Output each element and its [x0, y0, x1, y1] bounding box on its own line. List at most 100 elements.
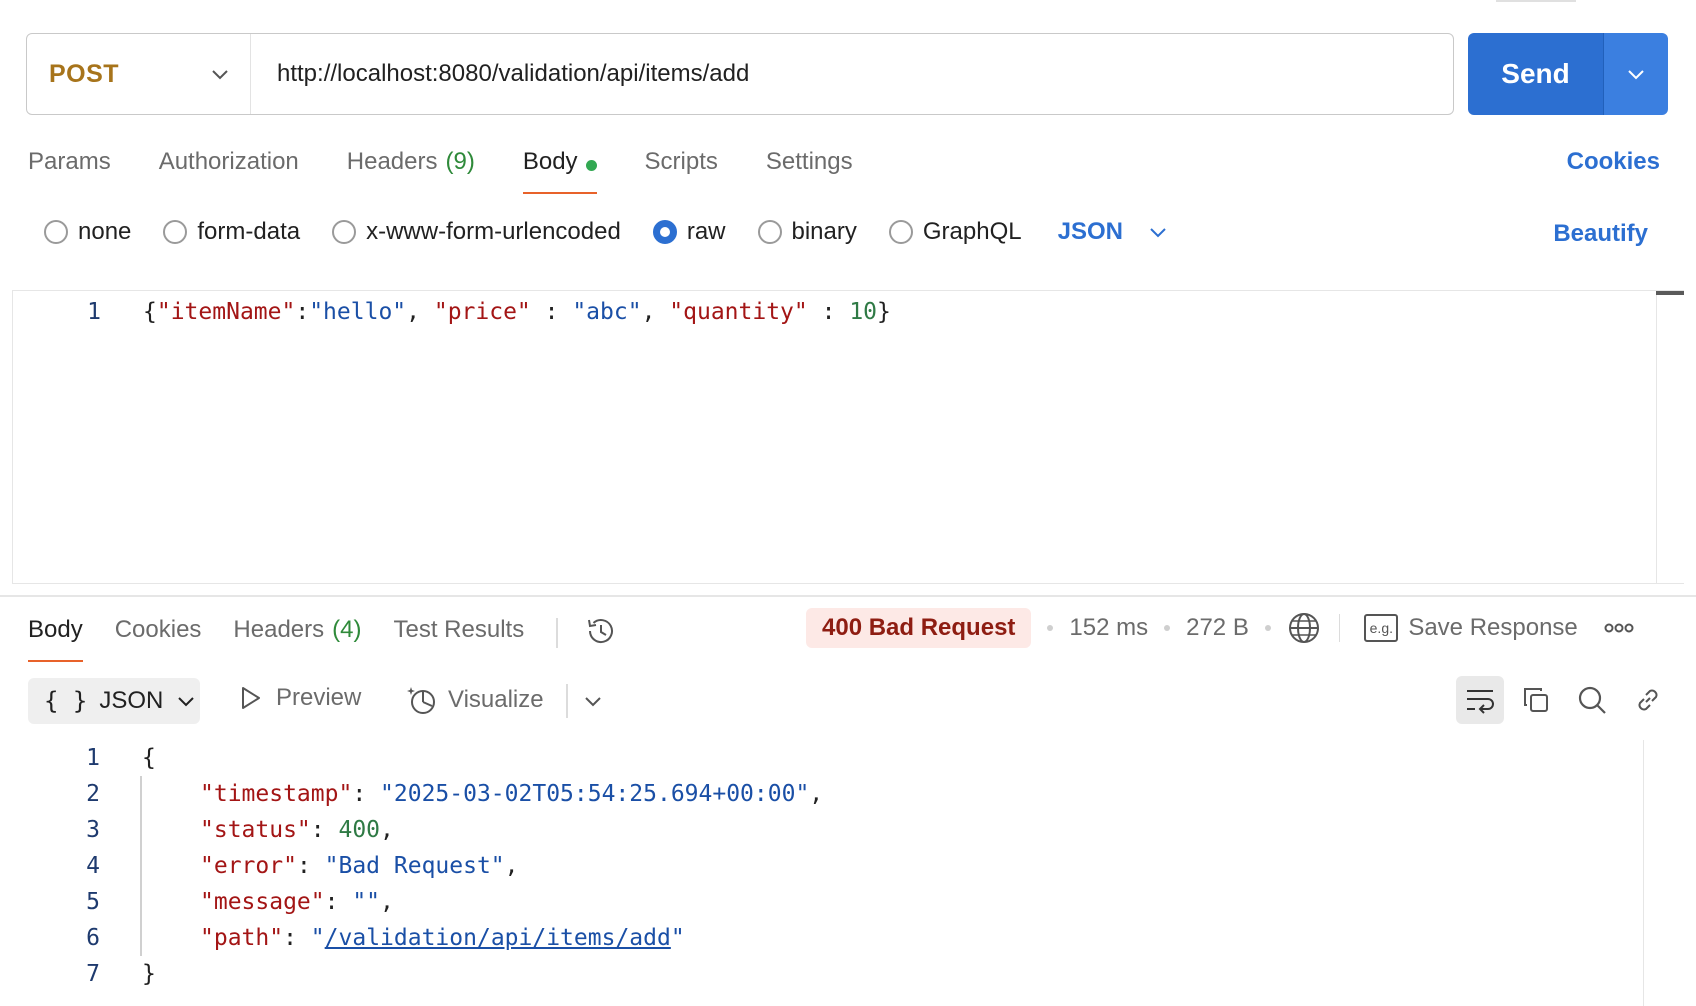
response-line: 2 "timestamp": "2025-03-02T05:54:25.694+… [0, 776, 823, 812]
radio-form-data-label: form-data [197, 218, 301, 245]
wrap-lines-button[interactable] [1456, 676, 1504, 724]
tab-response-cookies[interactable]: Cookies [115, 610, 202, 662]
copy-link-button[interactable] [1624, 676, 1672, 724]
response-body-viewer[interactable]: 1 { 2 "timestamp": "2025-03-02T05:54:25.… [0, 740, 1696, 1006]
tab-test-results-label: Test Results [393, 616, 525, 643]
save-response-button[interactable]: e.g. Save Response [1364, 614, 1578, 642]
braces-icon: { } [44, 687, 88, 715]
tab-scripts[interactable]: Scripts [645, 140, 718, 196]
visualize-button[interactable]: Visualize [406, 684, 544, 716]
tab-body-label: Body [522, 148, 578, 175]
response-line: 4 "error": "Bad Request", [0, 848, 519, 884]
meta-separator [1047, 625, 1054, 631]
body-modified-indicator [585, 160, 597, 171]
tab-headers[interactable]: Headers (9) [347, 140, 475, 196]
send-button-group: Send [1468, 33, 1668, 115]
response-format-select[interactable]: { } JSON [28, 678, 200, 724]
radio-binary[interactable]: binary [757, 218, 857, 246]
copy-button[interactable] [1512, 676, 1560, 724]
code-status: "status": 400, [200, 817, 394, 843]
path-link[interactable]: /validation/api/items/add [325, 925, 671, 951]
radio-raw-label: raw [686, 218, 726, 245]
request-body-editor[interactable]: 1 {"itemName":"hello", "price" : "abc", … [12, 290, 1684, 584]
tab-params[interactable]: Params [28, 140, 111, 196]
radio-graphql-label: GraphQL [922, 218, 1022, 245]
globe-icon[interactable] [1287, 611, 1321, 645]
example-icon: e.g. [1364, 614, 1399, 642]
copy-icon [1524, 688, 1548, 712]
beautify-button[interactable]: Beautify [1553, 220, 1648, 248]
tab-response-body-label: Body [28, 616, 83, 643]
tab-settings[interactable]: Settings [766, 140, 853, 196]
line-number: 6 [86, 925, 100, 951]
chevron-down-icon[interactable] [582, 690, 604, 712]
visualize-icon [407, 687, 435, 714]
tab-response-body[interactable]: Body [28, 610, 83, 662]
body-language-label: JSON [1057, 218, 1123, 245]
history-icon[interactable] [584, 614, 618, 648]
method-label: POST [49, 59, 120, 88]
more-options-icon[interactable] [1604, 623, 1634, 633]
radio-urlencoded[interactable]: x-www-form-urlencoded [332, 218, 621, 246]
headers-count: (9) [445, 148, 475, 175]
tab-settings-label: Settings [765, 148, 853, 175]
cookies-link[interactable]: Cookies [1567, 148, 1660, 176]
code-close-brace: } [142, 961, 156, 987]
toolbar-separator [566, 684, 568, 718]
tab-test-results[interactable]: Test Results [393, 610, 524, 662]
search-button[interactable] [1568, 676, 1616, 724]
top-edge-rule [1496, 0, 1576, 2]
radio-binary-label: binary [791, 218, 857, 245]
chevron-down-icon [178, 697, 195, 707]
preview-label: Preview [276, 684, 362, 711]
wrap-lines-icon [1467, 690, 1494, 714]
scrollbar-thumb[interactable] [1656, 291, 1684, 295]
tab-response-headers[interactable]: Headers (4) [233, 610, 361, 662]
response-tabs: Body Cookies Headers (4) Test Results [28, 610, 618, 662]
editor-line: 1 {"itemName":"hello", "price" : "abc", … [13, 299, 891, 325]
radio-graphql[interactable]: GraphQL [888, 218, 1022, 246]
response-size[interactable]: 272 B [1186, 614, 1249, 642]
play-icon [242, 687, 260, 709]
url-input[interactable]: http://localhost:8080/validation/api/ite… [251, 60, 749, 88]
code-timestamp: "timestamp": "2025-03-02T05:54:25.694+00… [200, 781, 824, 807]
radio-circle [44, 220, 68, 244]
response-line: 5 "message": "", [0, 884, 394, 920]
preview-button[interactable]: Preview [236, 684, 361, 712]
editor-scrollbar[interactable] [1656, 291, 1684, 583]
chevron-down-icon [212, 70, 228, 80]
tab-body[interactable]: Body [522, 140, 597, 196]
response-scrollbar[interactable] [1642, 740, 1644, 1006]
body-type-options: none form-data x-www-form-urlencoded raw… [44, 218, 1169, 246]
status-badge[interactable]: 400 Bad Request [806, 608, 1032, 648]
method-select[interactable]: POST [27, 34, 251, 114]
radio-raw[interactable]: raw [652, 218, 726, 246]
chevron-down-icon [1628, 70, 1644, 80]
radio-circle [757, 220, 782, 244]
url-bar: POST http://localhost:8080/validation/ap… [26, 33, 1454, 115]
radio-none-label: none [78, 218, 132, 245]
request-tabs: Params Authorization Headers (9) Body Scr… [28, 140, 901, 196]
request-body-code: {"itemName":"hello", "price" : "abc", "q… [143, 299, 891, 325]
code-message: "message": "", [200, 889, 394, 915]
pane-divider[interactable] [0, 595, 1696, 597]
response-tools [1448, 676, 1672, 724]
response-time[interactable]: 152 ms [1069, 614, 1148, 642]
radio-urlencoded-label: x-www-form-urlencoded [366, 218, 621, 245]
body-language-select[interactable]: JSON [1058, 218, 1169, 246]
line-number: 5 [86, 889, 100, 915]
tab-authorization[interactable]: Authorization [159, 140, 299, 196]
tab-scripts-label: Scripts [644, 148, 718, 175]
send-button[interactable]: Send [1468, 33, 1603, 115]
link-icon [1638, 689, 1658, 711]
line-number: 2 [86, 781, 100, 807]
radio-none[interactable]: none [44, 218, 131, 246]
line-number: 1 [86, 745, 100, 771]
send-options-button[interactable] [1603, 33, 1668, 115]
response-line: 3 "status": 400, [0, 812, 394, 848]
radio-form-data[interactable]: form-data [163, 218, 300, 246]
line-number: 3 [86, 817, 100, 843]
response-meta: 400 Bad Request 152 ms 272 B e.g. Save R… [806, 608, 1634, 648]
code-error: "error": "Bad Request", [200, 853, 519, 879]
radio-circle [332, 220, 357, 244]
